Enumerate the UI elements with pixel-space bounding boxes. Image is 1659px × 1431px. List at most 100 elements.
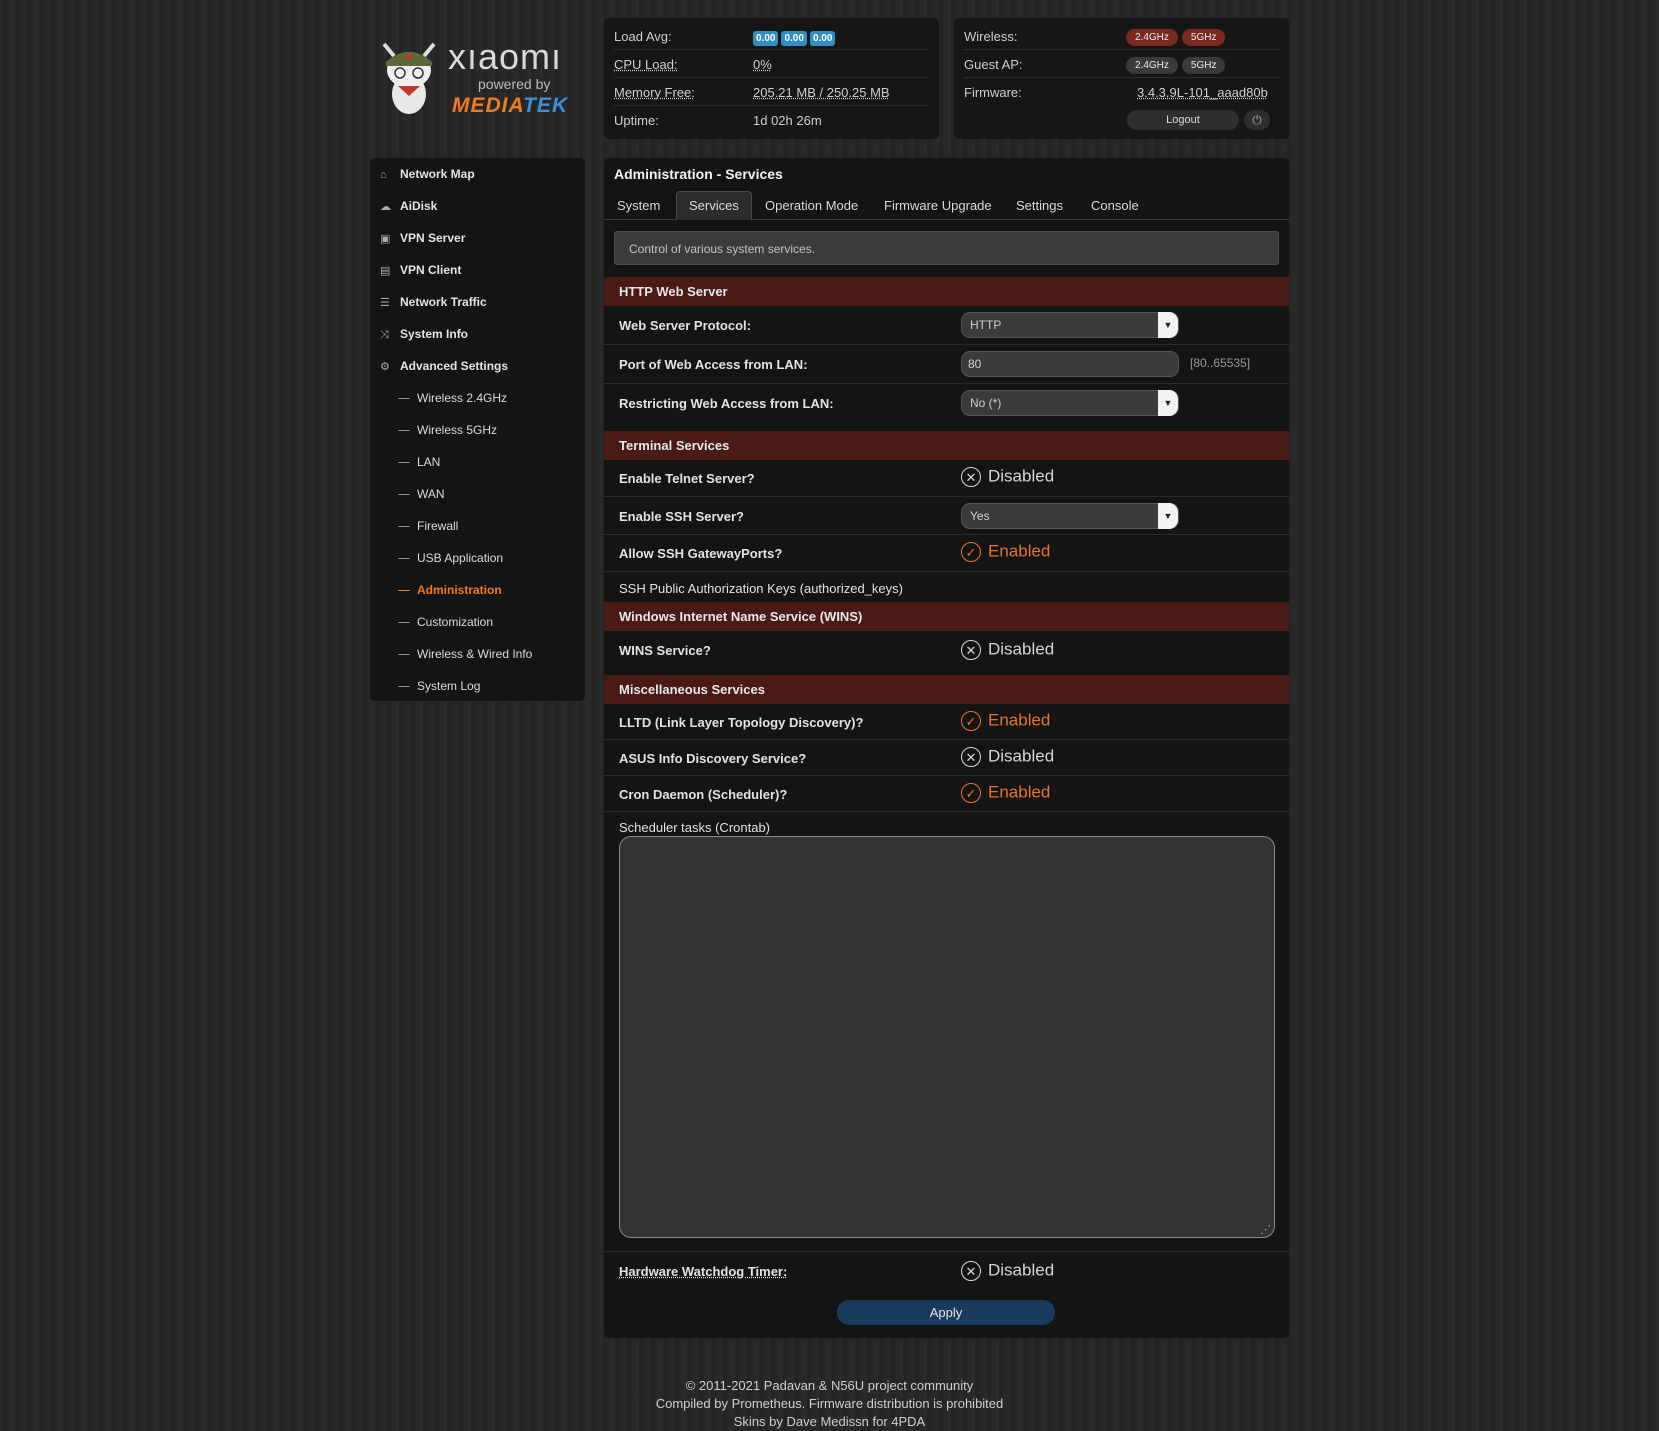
close-icon: ✕ (961, 639, 981, 660)
wireless-label: Wireless: (964, 29, 1018, 44)
tab-operation-mode[interactable]: Operation Mode (765, 198, 858, 213)
ssh-label: Enable SSH Server? (619, 509, 744, 524)
sidebar-item-system-info[interactable]: ⤨ System Info (380, 327, 468, 349)
footer-skins: Skins by Dave Medissn for 4PDA (733, 1414, 926, 1429)
sidebar: ⌂ Network Map ☁ AiDisk ▣ VPN Server ▤ VPN Cl… (370, 158, 585, 701)
sidebar-sub-system-log[interactable]: System Log (398, 679, 480, 701)
sidebar-sub-wan[interactable]: WAN (398, 487, 445, 509)
check-icon: ✓ (961, 782, 981, 803)
lan-port-label: Port of Web Access from LAN: (619, 357, 808, 372)
row-gateway-ports: Allow SSH GatewayPorts? ✓ Enabled (604, 535, 1289, 572)
memory-value[interactable]: 205.21 MB / 250.25 MB (753, 85, 890, 100)
brand-name: xıaomı (448, 36, 563, 77)
chevron-down-icon: ▼ (1158, 503, 1178, 529)
footer-compiled: Compiled by Prometheus. Firmware distrib… (655, 1396, 1004, 1411)
main-panel: Administration - Services System Service… (604, 158, 1289, 1338)
firmware-label: Firmware: (964, 85, 1022, 100)
logout-button[interactable]: Logout (1127, 110, 1239, 130)
asus-discovery-toggle[interactable]: ✕ Disabled (961, 746, 1054, 767)
load-avg-1: 0.00 (753, 31, 779, 46)
tab-console[interactable]: Console (1091, 198, 1139, 213)
mediatek-logo: MEDIATEK (452, 94, 569, 117)
row-web-protocol: Web Server Protocol: HTTP ▼ (604, 306, 1289, 345)
tab-services[interactable]: Services (676, 191, 752, 220)
close-icon: ✕ (961, 746, 981, 767)
guest-24-badge[interactable]: 2.4GHz (1126, 57, 1178, 74)
crontab-textarea[interactable]: ⋰ (619, 836, 1275, 1238)
tab-firmware-upgrade[interactable]: Firmware Upgrade (884, 198, 992, 213)
server-icon: ▣ (380, 233, 391, 245)
row-ssh: Enable SSH Server? Yes ▼ (604, 497, 1289, 535)
status-panel-wireless: Wireless: 2.4GHz 5GHz Guest AP: 2.4GHz 5GH… (954, 18, 1289, 139)
tab-system[interactable]: System (617, 198, 660, 213)
restrict-access-select[interactable]: No (*) ▼ (961, 390, 1179, 416)
lan-port-input[interactable]: 80 (961, 351, 1179, 377)
lltd-toggle[interactable]: ✓ Enabled (961, 710, 1050, 731)
tab-settings[interactable]: Settings (1016, 198, 1063, 213)
web-protocol-label: Web Server Protocol: (619, 318, 751, 333)
ssh-keys-label[interactable]: SSH Public Authorization Keys (authorize… (619, 581, 903, 596)
apply-button[interactable]: Apply (837, 1300, 1055, 1325)
cpu-load-value[interactable]: 0% (753, 57, 772, 72)
sidebar-sub-wireless-wired-info[interactable]: Wireless & Wired Info (398, 647, 532, 669)
sidebar-item-aidisk[interactable]: ☁ AiDisk (380, 199, 437, 221)
section-http-web-server: HTTP Web Server (604, 277, 1289, 306)
load-avg-15: 0.00 (809, 31, 836, 46)
cloud-icon: ☁ (380, 201, 391, 213)
row-lan-port: Port of Web Access from LAN: 80 [80..655… (604, 345, 1289, 384)
mascot-icon (382, 42, 436, 114)
uptime-label: Uptime: (614, 113, 659, 128)
sidebar-sub-customization[interactable]: Customization (398, 615, 493, 637)
resize-handle-icon[interactable]: ⋰ (1260, 1223, 1271, 1236)
restrict-access-label: Restricting Web Access from LAN: (619, 396, 834, 411)
lan-port-hint: [80..65535] (1190, 356, 1251, 370)
cpu-load-label[interactable]: CPU Load: (614, 57, 678, 72)
sidebar-item-network-traffic[interactable]: ☰ Network Traffic (380, 295, 487, 317)
wins-label: WINS Service? (619, 643, 711, 658)
sidebar-item-vpn-server[interactable]: ▣ VPN Server (380, 231, 465, 253)
row-wins: WINS Service? ✕ Disabled (604, 631, 1289, 669)
gear-icon: ⚙ (380, 361, 390, 373)
close-icon: ✕ (961, 1260, 981, 1281)
guest-ap-row: Guest AP: 2.4GHz 5GHz (964, 50, 1279, 78)
cron-toggle[interactable]: ✓ Enabled (961, 782, 1050, 803)
sidebar-item-network-map[interactable]: ⌂ Network Map (380, 167, 475, 189)
memory-label[interactable]: Memory Free: (614, 85, 695, 100)
client-icon: ▤ (380, 265, 391, 277)
page-title: Administration - Services (614, 166, 783, 182)
web-protocol-select[interactable]: HTTP ▼ (961, 312, 1179, 338)
gateway-ports-toggle[interactable]: ✓ Enabled (961, 541, 1050, 562)
sidebar-sub-lan[interactable]: LAN (398, 455, 440, 477)
guest-5-badge[interactable]: 5GHz (1181, 57, 1226, 74)
crontab-label: Scheduler tasks (Crontab) (619, 820, 771, 835)
watchdog-toggle[interactable]: ✕ Disabled (961, 1260, 1054, 1281)
uptime-row: Uptime: 1d 02h 26m (614, 106, 929, 133)
load-avg-5: 0.00 (781, 31, 807, 46)
cpu-load-row: CPU Load: 0% (614, 50, 929, 78)
tab-bar: System Services Operation Mode Firmware … (604, 191, 1289, 220)
sidebar-sub-administration[interactable]: Administration (398, 583, 502, 605)
firmware-row: Firmware: 3.4.3.9L-101_aaad80b (964, 78, 1279, 105)
sidebar-sub-usb-application[interactable]: USB Application (398, 551, 503, 573)
firmware-value[interactable]: 3.4.3.9L-101_aaad80b (1137, 85, 1268, 100)
section-wins: Windows Internet Name Service (WINS) (604, 602, 1289, 631)
sidebar-sub-wireless-5[interactable]: Wireless 5GHz (398, 423, 497, 445)
telnet-toggle[interactable]: ✕ Disabled (961, 466, 1054, 487)
row-ssh-keys[interactable]: SSH Public Authorization Keys (authorize… (604, 572, 1289, 602)
sidebar-sub-wireless-24[interactable]: Wireless 2.4GHz (398, 391, 507, 413)
telnet-label: Enable Telnet Server? (619, 471, 755, 486)
ssh-select[interactable]: Yes ▼ (961, 503, 1179, 529)
wins-toggle[interactable]: ✕ Disabled (961, 639, 1054, 660)
section-misc-services: Miscellaneous Services (604, 675, 1289, 704)
wireless-24-badge[interactable]: 2.4GHz (1126, 29, 1178, 46)
sidebar-sub-firewall[interactable]: Firewall (398, 519, 458, 541)
watchdog-label[interactable]: Hardware Watchdog Timer: (619, 1264, 787, 1279)
sidebar-item-vpn-client[interactable]: ▤ VPN Client (380, 263, 461, 285)
wireless-5-badge[interactable]: 5GHz (1181, 29, 1226, 46)
chevron-down-icon: ▼ (1158, 390, 1178, 416)
power-icon[interactable]: ⏻ (1244, 110, 1270, 130)
cron-label: Cron Daemon (Scheduler)? (619, 787, 788, 802)
check-icon: ✓ (961, 541, 981, 562)
sidebar-item-advanced-settings[interactable]: ⚙ Advanced Settings (380, 359, 508, 381)
load-avg-row: Load Avg: 0.00 0.00 0.00 (614, 22, 929, 50)
